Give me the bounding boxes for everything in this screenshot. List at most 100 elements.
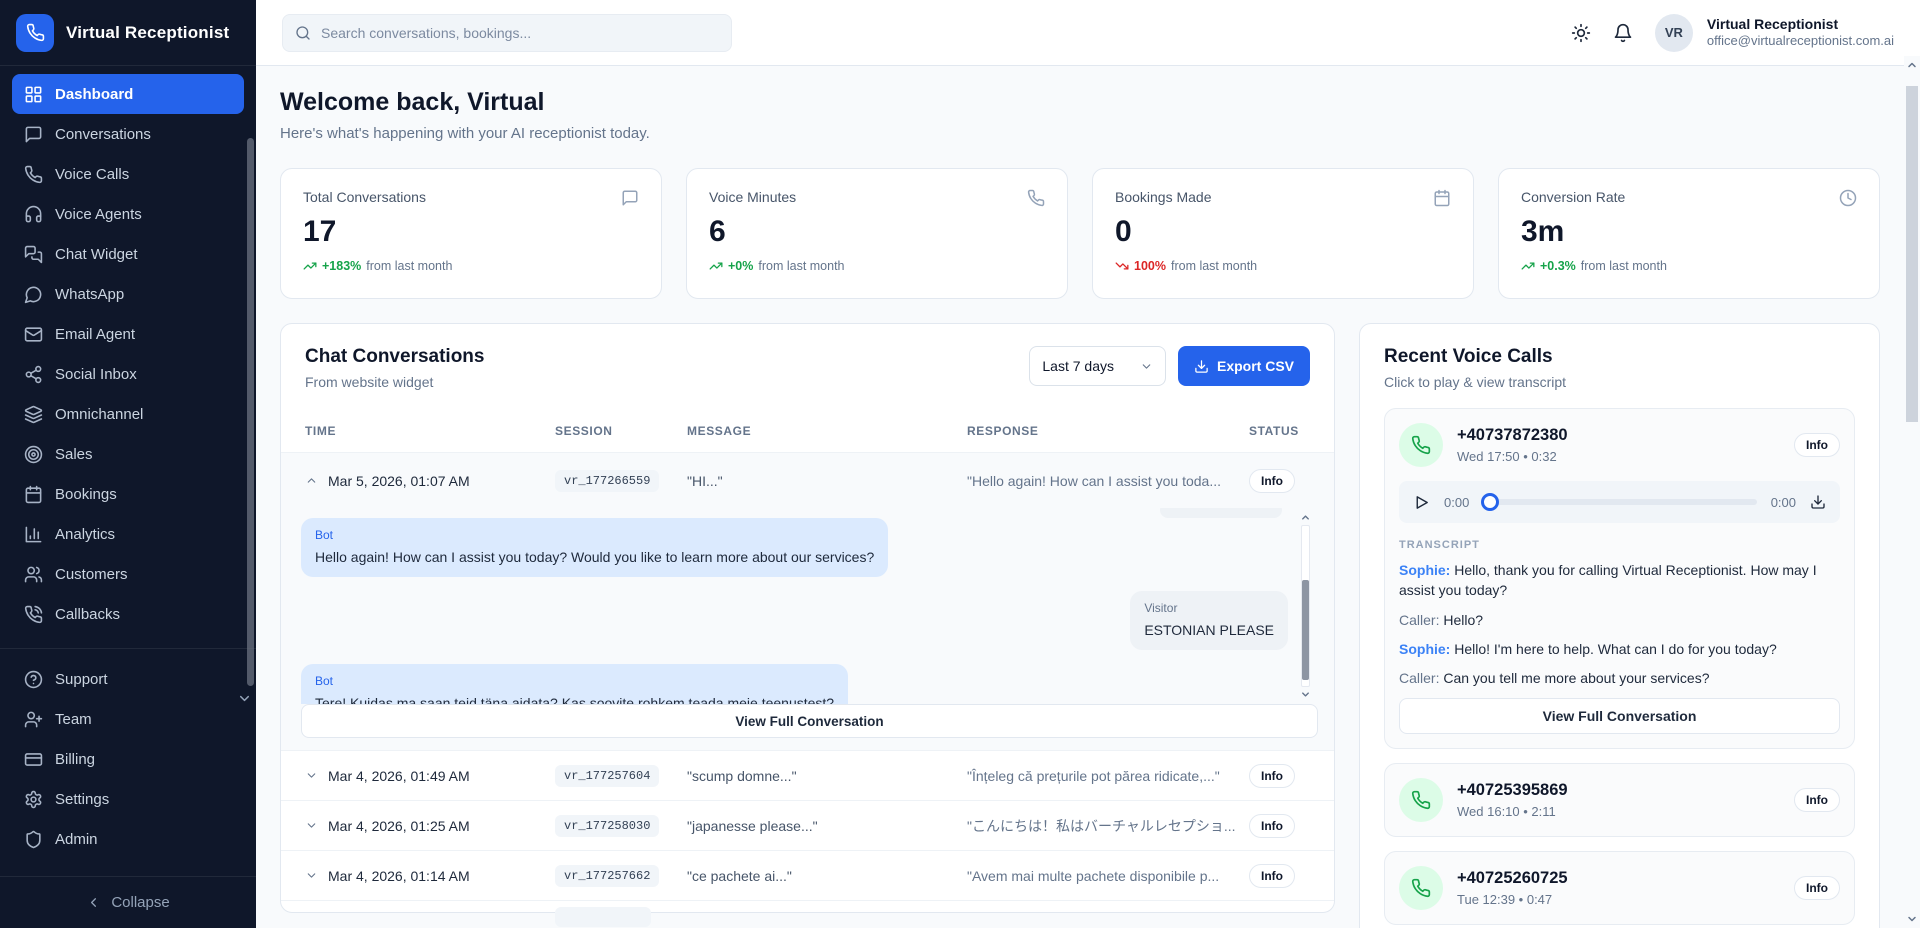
- sidebar-item-label: Team: [55, 711, 92, 728]
- sidebar-item-admin[interactable]: Admin: [12, 819, 244, 859]
- page-scrollbar[interactable]: [1904, 56, 1920, 928]
- scrollbar-track[interactable]: [1301, 525, 1310, 687]
- scrollbar-thumb[interactable]: [1302, 580, 1309, 679]
- voice-call-header[interactable]: +40725395869 Wed 16:10 • 2:11 Info: [1399, 778, 1840, 822]
- row-message: "HI...": [687, 473, 967, 489]
- messages-square-icon: [24, 245, 43, 264]
- phone-icon: [1399, 423, 1443, 467]
- table-row[interactable]: Mar 4, 2026, 01:25 AM vr_177258030 "japa…: [281, 800, 1334, 850]
- recent-voice-calls-card: Recent Voice Calls Click to play & view …: [1359, 323, 1880, 928]
- player-current-time: 0:00: [1444, 495, 1469, 510]
- scroll-up-icon[interactable]: [1906, 56, 1918, 74]
- sidebar-item-analytics[interactable]: Analytics: [12, 514, 244, 554]
- sidebar-item-whatsapp[interactable]: WhatsApp: [12, 274, 244, 314]
- stat-value: 0: [1115, 215, 1451, 249]
- voice-call-header[interactable]: +40725260725 Tue 12:39 • 0:47 Info: [1399, 866, 1840, 910]
- voice-call-header[interactable]: +40737872380 Wed 17:50 • 0:32 Info: [1399, 423, 1840, 467]
- transcript-speaker: Caller:: [1399, 612, 1439, 628]
- export-csv-button[interactable]: Export CSV: [1178, 346, 1310, 386]
- row-time: Mar 5, 2026, 01:07 AM: [328, 473, 470, 489]
- transcript-line: Caller: Can you tell me more about your …: [1399, 668, 1840, 688]
- sidebar-item-voice-agents[interactable]: Voice Agents: [12, 194, 244, 234]
- sidebar-item-omnichannel[interactable]: Omnichannel: [12, 394, 244, 434]
- scroll-down-icon[interactable]: [1906, 910, 1918, 928]
- chevron-left-icon: [86, 895, 101, 910]
- seek-slider-thumb[interactable]: [1481, 493, 1499, 511]
- info-badge[interactable]: Info: [1794, 788, 1840, 812]
- sidebar-item-support[interactable]: Support: [12, 659, 244, 699]
- sidebar-item-sales[interactable]: Sales: [12, 434, 244, 474]
- conversation-scroll-area[interactable]: Bot Hello again! How can I assist you to…: [301, 508, 1318, 704]
- table-row[interactable]: Mar 4, 2026, 01:49 AM vr_177257604 "scum…: [281, 750, 1334, 800]
- play-icon[interactable]: [1413, 494, 1430, 511]
- table-row[interactable]: Mar 5, 2026, 01:07 AM vr_177266559 "HI..…: [281, 452, 1334, 508]
- view-full-conversation-button[interactable]: View Full Conversation: [301, 704, 1318, 738]
- seek-slider[interactable]: [1483, 499, 1756, 505]
- sidebar-item-social-inbox[interactable]: Social Inbox: [12, 354, 244, 394]
- session-badge: vr_177257662: [555, 865, 659, 887]
- notifications-bell-icon[interactable]: [1613, 23, 1633, 43]
- session-badge: vr_177258030: [555, 815, 659, 837]
- user-menu[interactable]: Virtual Receptionist office@virtualrecep…: [1707, 16, 1894, 50]
- sidebar-item-dashboard[interactable]: Dashboard: [12, 74, 244, 114]
- info-badge[interactable]: Info: [1794, 876, 1840, 900]
- scrollbar-thumb[interactable]: [1906, 86, 1918, 422]
- table-row-partial[interactable]: [281, 900, 1334, 912]
- sidebar: Virtual Receptionist Dashboard Conversat…: [0, 0, 256, 928]
- chevron-down-icon: [1140, 360, 1153, 373]
- chevron-up-icon[interactable]: [305, 474, 318, 487]
- call-number: +40725395869: [1457, 781, 1568, 800]
- sidebar-scrollbar-thumb[interactable]: [247, 138, 254, 686]
- chevron-down-icon[interactable]: [305, 869, 318, 882]
- date-range-select[interactable]: Last 7 days: [1029, 346, 1166, 386]
- chevron-down-icon[interactable]: [305, 769, 318, 782]
- sidebar-item-chat-widget[interactable]: Chat Widget: [12, 234, 244, 274]
- scroll-up-icon[interactable]: [1300, 512, 1311, 523]
- layers-icon: [24, 405, 43, 424]
- call-meta: Wed 16:10 • 2:11: [1457, 804, 1568, 819]
- sidebar-item-email-agent[interactable]: Email Agent: [12, 314, 244, 354]
- search-input[interactable]: [321, 25, 719, 41]
- sidebar-item-label: Callbacks: [55, 606, 120, 623]
- download-icon[interactable]: [1810, 494, 1826, 510]
- sidebar-item-bookings[interactable]: Bookings: [12, 474, 244, 514]
- sidebar-item-voice-calls[interactable]: Voice Calls: [12, 154, 244, 194]
- table-row[interactable]: Mar 4, 2026, 01:14 AM vr_177257662 "ce p…: [281, 850, 1334, 900]
- scrollbar-track[interactable]: [1906, 74, 1918, 910]
- call-number: +40737872380: [1457, 426, 1568, 445]
- row-message: "japanesse please...": [687, 818, 967, 834]
- sidebar-item-label: Support: [55, 671, 108, 688]
- sidebar-item-label: WhatsApp: [55, 286, 124, 303]
- trending-down-icon: [1115, 259, 1129, 273]
- sidebar-item-callbacks[interactable]: Callbacks: [12, 594, 244, 634]
- info-badge[interactable]: Info: [1249, 814, 1295, 838]
- row-response: "Înțeleg că prețurile pot părea ridicate…: [967, 768, 1249, 784]
- stat-label: Conversion Rate: [1521, 189, 1625, 205]
- gear-icon: [24, 790, 43, 809]
- stat-trend-suffix: from last month: [366, 259, 452, 273]
- collapse-sidebar-button[interactable]: Collapse: [0, 876, 256, 928]
- info-badge[interactable]: Info: [1794, 433, 1840, 457]
- sidebar-item-settings[interactable]: Settings: [12, 779, 244, 819]
- info-badge[interactable]: Info: [1249, 469, 1295, 493]
- theme-toggle-sun-icon[interactable]: [1571, 23, 1591, 43]
- sidebar-item-team[interactable]: Team: [12, 699, 244, 739]
- sidebar-item-label: Email Agent: [55, 326, 135, 343]
- conversation-scrollbar[interactable]: [1299, 512, 1312, 700]
- sidebar-item-label: Settings: [55, 791, 109, 808]
- chevron-down-icon[interactable]: [305, 819, 318, 832]
- sidebar-item-conversations[interactable]: Conversations: [12, 114, 244, 154]
- view-full-conversation-button[interactable]: View Full Conversation: [1399, 698, 1840, 734]
- info-badge[interactable]: Info: [1249, 764, 1295, 788]
- sidebar-item-billing[interactable]: Billing: [12, 739, 244, 779]
- help-circle-icon: [24, 670, 43, 689]
- info-badge[interactable]: Info: [1249, 864, 1295, 888]
- global-search[interactable]: [282, 14, 732, 52]
- scroll-down-icon[interactable]: [1300, 689, 1311, 700]
- user-avatar[interactable]: VR: [1655, 14, 1693, 52]
- sidebar-item-customers[interactable]: Customers: [12, 554, 244, 594]
- transcript-speaker: Sophie:: [1399, 641, 1450, 657]
- app-logo: [16, 14, 54, 52]
- col-status: STATUS: [1249, 424, 1310, 438]
- clock-icon: [1839, 189, 1857, 207]
